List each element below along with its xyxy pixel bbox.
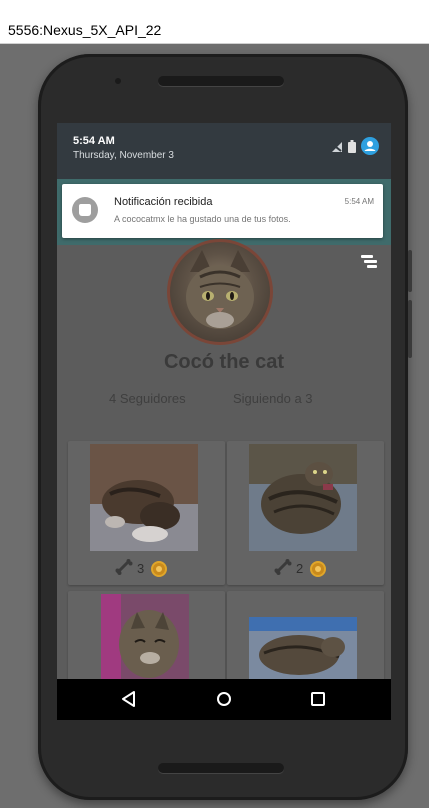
no-signal-icon bbox=[329, 140, 343, 158]
post-photo[interactable] bbox=[101, 594, 189, 682]
bone-icon[interactable] bbox=[274, 559, 292, 578]
following-count[interactable]: Siguiendo a 3 bbox=[233, 391, 313, 406]
post-card[interactable]: 2 bbox=[227, 441, 384, 585]
android-nav-bar bbox=[57, 679, 391, 720]
post-card[interactable] bbox=[227, 591, 384, 691]
post-photo[interactable] bbox=[90, 444, 198, 551]
status-bar: 5:54 AM Thursday, November 3 bbox=[57, 123, 391, 179]
power-button[interactable] bbox=[408, 250, 412, 292]
notification-title: Notificación recibida bbox=[114, 196, 213, 208]
notification-app-icon bbox=[72, 197, 98, 223]
battery-icon bbox=[348, 139, 356, 158]
home-icon[interactable] bbox=[214, 689, 234, 709]
top-speaker bbox=[158, 76, 284, 86]
notification-text: A cococatmx le ha gustado una de tus fot… bbox=[114, 214, 291, 224]
window-title-text: 5556:Nexus_5X_API_22 bbox=[8, 22, 162, 38]
profile-avatar[interactable] bbox=[167, 239, 273, 345]
notification-time: 5:54 AM bbox=[344, 197, 374, 206]
emulator-window-title: 5556:Nexus_5X_API_22 bbox=[0, 0, 429, 44]
front-camera bbox=[115, 78, 121, 84]
cat-face-icon bbox=[186, 250, 254, 329]
status-icons bbox=[329, 137, 379, 160]
coin-icon[interactable] bbox=[310, 560, 327, 577]
bone-icon[interactable] bbox=[115, 559, 133, 578]
back-icon[interactable] bbox=[119, 689, 139, 709]
post-card[interactable] bbox=[68, 591, 225, 691]
post-photo[interactable] bbox=[249, 444, 357, 551]
post-actions: 2 bbox=[274, 559, 327, 578]
post-card[interactable]: 3 bbox=[68, 441, 225, 585]
post-actions: 3 bbox=[115, 559, 168, 578]
profile-name: Cocó the cat bbox=[163, 351, 285, 373]
coin-icon[interactable] bbox=[151, 560, 168, 577]
post-photo[interactable] bbox=[249, 617, 357, 681]
profile-screen: Cocó the cat 4 Seguidores Siguiendo a 3 bbox=[57, 239, 391, 691]
menu-icon[interactable] bbox=[361, 253, 377, 269]
followers-count[interactable]: 4 Seguidores bbox=[109, 391, 186, 406]
likes-count: 2 bbox=[296, 561, 304, 576]
volume-button[interactable] bbox=[408, 300, 412, 358]
notification-card[interactable]: Notificación recibida A cococatmx le ha … bbox=[62, 184, 383, 238]
account-icon[interactable] bbox=[361, 137, 379, 160]
bottom-speaker bbox=[158, 763, 284, 773]
phone-screen: 5:54 AM Thursday, November 3 Notificació… bbox=[57, 123, 391, 720]
likes-count: 3 bbox=[137, 561, 145, 576]
recents-icon[interactable] bbox=[308, 689, 328, 709]
